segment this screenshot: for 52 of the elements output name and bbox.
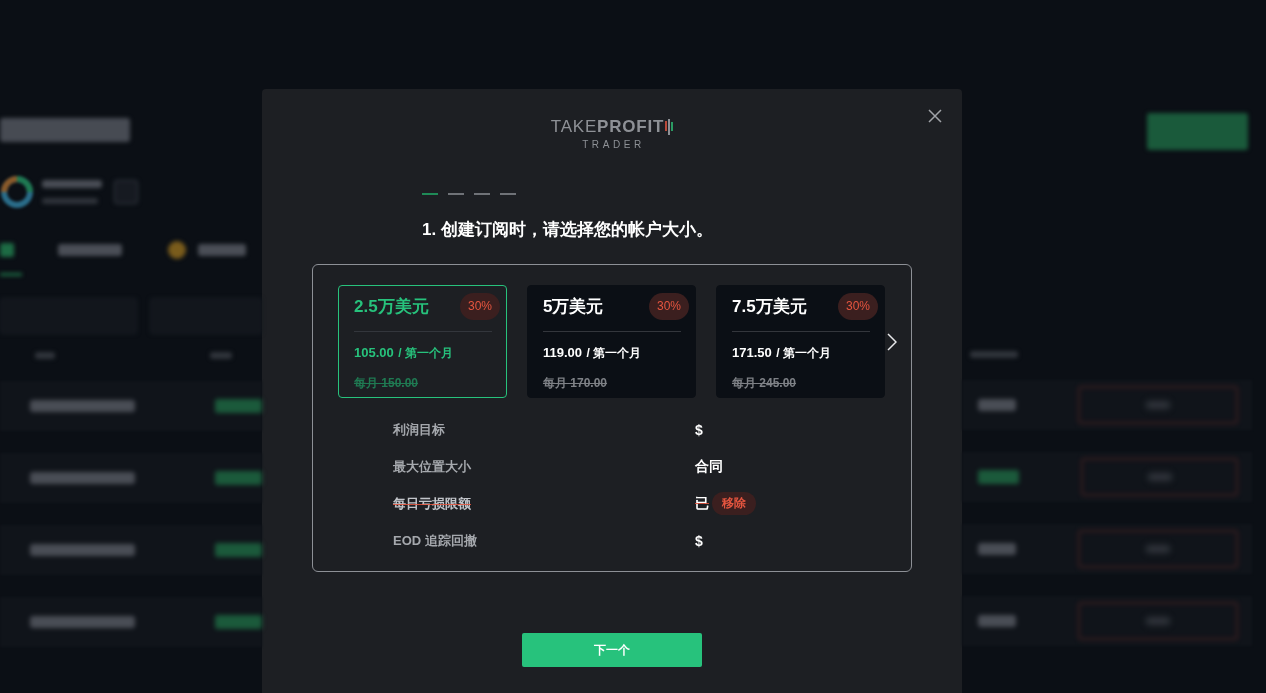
rule-value: $ <box>695 532 703 549</box>
blurred-status-pill <box>215 399 262 413</box>
next-plans-button[interactable] <box>887 332 897 351</box>
blurred-text <box>35 352 55 359</box>
blurred-text <box>210 352 232 359</box>
blurred-status-pill <box>215 471 262 485</box>
blurred-status-pill <box>215 615 262 629</box>
circle-icon <box>168 241 186 259</box>
plan-card[interactable]: 7.5万美元 30% 171.50 / 第一个月 每月 245.00 <box>716 285 885 398</box>
ring-icon <box>0 175 34 209</box>
discount-badge: 30% <box>837 292 878 320</box>
blurred-status-pill <box>215 543 262 557</box>
discount-badge: 30% <box>459 292 500 320</box>
blurred-tab-marker <box>0 243 14 257</box>
blurred-text <box>1147 473 1172 481</box>
blurred-text <box>198 244 246 256</box>
plan-amount: 2.5万美元 <box>354 295 429 318</box>
chevron-right-icon <box>887 332 897 351</box>
plan-price: 105.00 / 第一个月 <box>354 344 454 361</box>
blurred-text <box>970 351 1018 358</box>
original-price: 每月 245.00 <box>732 375 798 391</box>
plan-amount: 5万美元 <box>543 295 604 318</box>
original-price: 每月 150.00 <box>354 375 420 391</box>
close-icon <box>928 109 942 123</box>
candlestick-icon <box>665 119 674 135</box>
rule-value: $ <box>695 421 703 438</box>
blurred-text <box>1146 401 1170 409</box>
blurred-text <box>1146 617 1170 625</box>
logo-subtitle: TRADER <box>581 138 645 151</box>
blurred-text <box>978 399 1016 411</box>
blurred-text <box>978 543 1016 555</box>
plan-amount: 7.5万美元 <box>732 295 807 318</box>
plan-price: 171.50 / 第一个月 <box>732 344 832 361</box>
rule-label: 最大位置大小 <box>393 457 471 476</box>
rule-label: 利润目标 <box>393 420 445 439</box>
close-button[interactable] <box>928 109 942 123</box>
discount-badge: 30% <box>648 292 689 320</box>
plan-card[interactable]: 2.5万美元 30% 105.00 / 第一个月 每月 150.00 <box>338 285 507 398</box>
logo-wordmark: TAKEPROFIT <box>550 117 665 137</box>
plan-card[interactable]: 5万美元 30% 119.00 / 第一个月 每月 170.00 <box>527 285 696 398</box>
blurred-text <box>42 180 102 188</box>
blurred-text <box>1146 545 1170 553</box>
blurred-text <box>58 244 122 256</box>
blurred-status-pill <box>978 470 1020 484</box>
rule-label: EOD 追踪回撤 <box>393 531 477 550</box>
rule-value: 合同 <box>695 457 723 476</box>
original-price: 每月 170.00 <box>543 375 609 391</box>
blurred-text <box>978 615 1016 627</box>
blurred-text <box>42 198 98 204</box>
step-title: 1. 创建订阅时，请选择您的帐户大小。 <box>422 219 713 241</box>
plan-price: 119.00 / 第一个月 <box>543 344 643 361</box>
removed-badge: 移除 <box>712 492 756 515</box>
